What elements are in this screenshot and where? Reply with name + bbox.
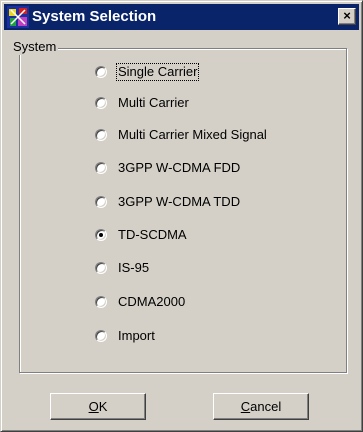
ok-label-rest: K [98,398,108,414]
radio-button[interactable] [95,66,107,78]
system-group-label: System [11,39,59,55]
radio-button[interactable] [95,129,107,141]
cancel-mnemonic: C [240,398,251,414]
close-icon: × [343,8,351,23]
ok-button[interactable]: OK [50,393,146,420]
radio-button-selected[interactable] [95,229,107,241]
option-label: CDMA2000 [118,294,186,309]
radio-button[interactable] [95,262,107,274]
option-label: 3GPP W-CDMA TDD [118,194,241,209]
cancel-label-rest: ancel [250,398,282,414]
radio-button[interactable] [95,296,107,308]
option-label: Multi Carrier [118,95,189,110]
option-label: Import [118,328,155,343]
option-single-carrier[interactable]: Single Carrier [95,62,200,82]
option-label: Multi Carrier Mixed Signal [118,127,267,142]
option-3gpp-wcdma-tdd[interactable]: 3GPP W-CDMA TDD [95,192,241,212]
radio-button[interactable] [95,330,107,342]
option-label: IS-95 [118,260,150,275]
option-import[interactable]: Import [95,326,156,346]
app-logo-icon [7,6,29,28]
title-bar[interactable]: System Selection × [4,4,359,30]
system-selection-dialog: System Selection × System Single Carrier… [0,0,363,432]
radio-button[interactable] [95,162,107,174]
option-label: 3GPP W-CDMA FDD [118,160,241,175]
ok-mnemonic: O [88,398,99,414]
option-multi-carrier[interactable]: Multi Carrier [95,93,190,113]
window-title: System Selection [32,8,157,25]
option-label: TD-SCDMA [118,227,187,242]
radio-button[interactable] [95,196,107,208]
close-button[interactable]: × [338,8,356,25]
radio-button[interactable] [95,97,107,109]
cancel-button[interactable]: Cancel [213,393,309,420]
option-label: Single Carrier [115,63,200,81]
option-cdma2000[interactable]: CDMA2000 [95,292,186,312]
option-multi-carrier-mixed-signal[interactable]: Multi Carrier Mixed Signal [95,125,268,145]
option-is-95[interactable]: IS-95 [95,258,150,278]
option-td-scdma[interactable]: TD-SCDMA [95,225,188,245]
option-3gpp-wcdma-fdd[interactable]: 3GPP W-CDMA FDD [95,158,241,178]
